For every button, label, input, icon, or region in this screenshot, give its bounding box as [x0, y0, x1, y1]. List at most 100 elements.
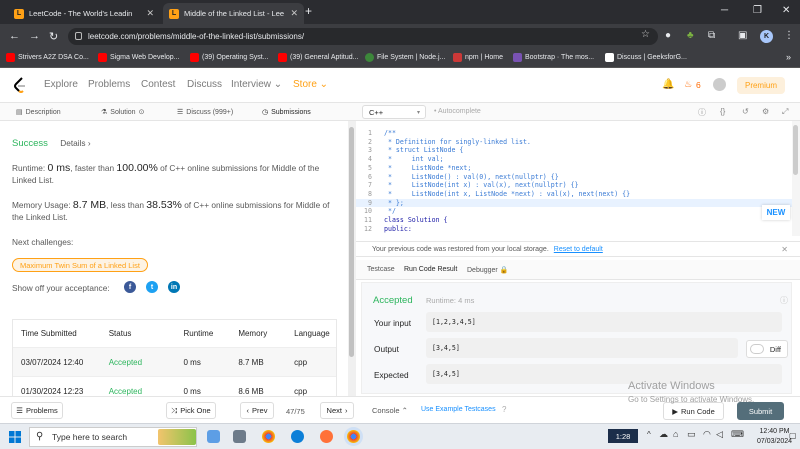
next-button[interactable]: Next › — [320, 402, 354, 419]
pick-one-button[interactable]: ⤨ Pick One — [166, 402, 216, 419]
windows-start-icon[interactable] — [9, 431, 21, 443]
more-bookmarks-icon[interactable]: » — [786, 52, 791, 62]
tab-discuss[interactable]: ☰ Discuss (999+) — [177, 108, 233, 117]
bookmark-bootstrap[interactable]: Bootstrap · The mos... — [513, 53, 594, 62]
accepted-status: Accepted — [373, 295, 413, 306]
user-avatar[interactable] — [713, 78, 726, 91]
problems-list-button[interactable]: ☰ Problems — [11, 402, 63, 419]
leetcode-logo-icon[interactable] — [13, 77, 27, 93]
notification-bell-icon[interactable]: 🔔 — [662, 79, 674, 90]
tab-testcase[interactable]: Testcase — [367, 266, 395, 273]
toggle-switch[interactable] — [750, 344, 764, 354]
bookmark-npm[interactable]: npm | Home — [453, 53, 503, 62]
edge-icon[interactable] — [291, 430, 304, 443]
network-icon[interactable]: ⌂ — [673, 429, 678, 439]
browser-tab-middle-linked-list[interactable]: L Middle of the Linked List - Lee ✕ — [163, 3, 304, 24]
nav-problems[interactable]: Problems — [88, 79, 130, 90]
lock-icon — [75, 32, 82, 40]
fullscreen-icon[interactable]: ⤢ — [782, 107, 788, 117]
close-tab-icon[interactable]: ✕ — [290, 8, 298, 19]
console-toggle[interactable]: Console ⌃ — [372, 406, 408, 415]
new-tab-button[interactable]: + — [305, 4, 312, 18]
code-editor[interactable]: 1/** 2 * Definition for singly-linked li… — [356, 121, 792, 236]
taskbar-badge[interactable]: 1:28 — [608, 429, 638, 443]
editor-scrollbar[interactable] — [792, 121, 800, 236]
diff-toggle[interactable]: Diff — [746, 340, 788, 358]
challenge-twin-sum-tag[interactable]: Maximum Twin Sum of a Linked List — [12, 258, 148, 272]
prev-button[interactable]: ‹ Prev — [240, 402, 274, 419]
bookmark-operating-systems[interactable]: (39) Operating Syst... — [190, 53, 269, 62]
bookmark-general-aptitude[interactable]: (39) General Aptitud... — [278, 53, 358, 62]
output-label: Output — [374, 344, 399, 354]
details-link[interactable]: Details › — [60, 138, 90, 148]
bookmark-sigma-web[interactable]: Sigma Web Develop... — [98, 53, 180, 62]
wifi-icon[interactable]: ◠ — [703, 429, 711, 440]
autocomplete-toggle[interactable]: • Autocomplete — [434, 108, 481, 115]
tab-debugger[interactable]: Debugger 🔒 — [467, 266, 508, 274]
nav-contest[interactable]: Contest — [141, 79, 175, 90]
keyboard-icon[interactable]: ⌨ — [731, 429, 744, 440]
firefox-icon[interactable] — [320, 430, 333, 443]
linkedin-icon[interactable]: in — [168, 281, 180, 293]
task-view-icon[interactable] — [207, 430, 220, 443]
close-tab-icon[interactable]: ✕ — [146, 8, 154, 19]
sidebar-icon[interactable]: ▣ — [738, 30, 747, 41]
braces-icon[interactable]: {} — [720, 107, 725, 116]
tab-submissions[interactable]: ◷ Submissions — [262, 108, 311, 117]
info-icon[interactable]: ⓘ — [698, 107, 706, 118]
browser-tab-leetcode[interactable]: L LeetCode - The World's Leadin ✕ — [8, 3, 160, 24]
language-select[interactable]: C++ ▾ — [362, 105, 426, 119]
chrome-icon[interactable] — [262, 430, 275, 443]
new-badge[interactable]: NEW — [762, 205, 790, 220]
tab-solution[interactable]: ⚗ Solution ⊙ — [101, 108, 144, 117]
twitter-icon[interactable]: t — [146, 281, 158, 293]
tab-description[interactable]: ▤ Description — [16, 108, 61, 117]
nav-store[interactable]: Store ⌄ — [293, 79, 328, 90]
help-icon[interactable]: ? — [502, 405, 506, 414]
taskbar-clock[interactable]: 12:40 PM 07/03/2024 — [757, 427, 792, 447]
use-example-testcases-link[interactable]: Use Example Testcases — [421, 406, 496, 413]
extension-icon[interactable]: ● — [665, 30, 671, 41]
table-header: Time Submitted Status Runtime Memory Lan… — [13, 320, 336, 348]
reset-to-default-link[interactable]: Reset to default — [554, 246, 603, 253]
settings-icon[interactable]: ⚙ — [762, 107, 769, 116]
taskbar-search-input[interactable]: ⚲ Type here to search — [29, 427, 197, 447]
reset-icon[interactable]: ↺ — [742, 107, 749, 116]
nav-discuss[interactable]: Discuss — [187, 79, 222, 90]
nav-explore[interactable]: Explore — [44, 79, 78, 90]
bookmark-geeksforgeeks[interactable]: Discuss | GeeksforG... — [605, 53, 687, 62]
premium-button[interactable]: Premium — [737, 77, 785, 94]
tray-chevron-icon[interactable]: ^ — [647, 430, 651, 439]
tab-run-code-result[interactable]: Run Code Result — [404, 266, 457, 273]
table-row[interactable]: 01/30/2024 12:23 Accepted 0 ms 8.6 MB cp… — [13, 377, 336, 396]
back-arrow-icon[interactable]: ← — [9, 30, 20, 42]
battery-icon[interactable]: ▭ — [687, 429, 696, 440]
nav-interview[interactable]: Interview ⌄ — [231, 79, 282, 90]
code-line: 4 * int val; — [368, 155, 444, 164]
browser-menu-icon[interactable]: ⋮ — [784, 30, 794, 41]
volume-icon[interactable]: ◁ — [716, 429, 723, 440]
streak-fire-icon[interactable]: ♨ — [684, 79, 692, 90]
extensions-puzzle-icon[interactable]: ⧉ — [708, 30, 715, 41]
discuss-icon: ☰ — [177, 109, 184, 116]
notifications-icon[interactable]: ▢ — [789, 431, 797, 440]
close-window-icon[interactable]: ✕ — [782, 5, 790, 16]
profile-avatar[interactable]: K — [760, 30, 773, 43]
reload-icon[interactable]: ↻ — [49, 30, 58, 43]
table-row[interactable]: 03/07/2024 12:40 Accepted 0 ms 8.7 MB cp… — [13, 348, 336, 377]
left-panel-scrollbar[interactable] — [348, 121, 356, 396]
extension-leaf-icon[interactable]: ♣ — [687, 30, 694, 41]
bookmark-star-icon[interactable]: ☆ — [641, 29, 650, 40]
restore-icon[interactable]: ❐ — [753, 5, 762, 16]
camera-app-icon[interactable] — [233, 430, 246, 443]
facebook-icon[interactable]: f — [124, 281, 136, 293]
address-bar[interactable]: leetcode.com/problems/middle-of-the-link… — [68, 28, 658, 45]
close-icon[interactable]: ✕ — [781, 242, 788, 257]
bookmark-nodejs-fs[interactable]: File System | Node.j... — [365, 53, 445, 62]
forward-arrow-icon[interactable]: → — [29, 30, 40, 42]
minimize-icon[interactable]: ─ — [721, 5, 728, 16]
chrome-active-icon[interactable] — [347, 430, 360, 443]
bookmark-strivers[interactable]: Strivers A2Z DSA Co... — [6, 53, 89, 62]
cloud-icon[interactable]: ☁ — [659, 429, 668, 440]
info-icon[interactable]: ⓘ — [780, 295, 788, 306]
